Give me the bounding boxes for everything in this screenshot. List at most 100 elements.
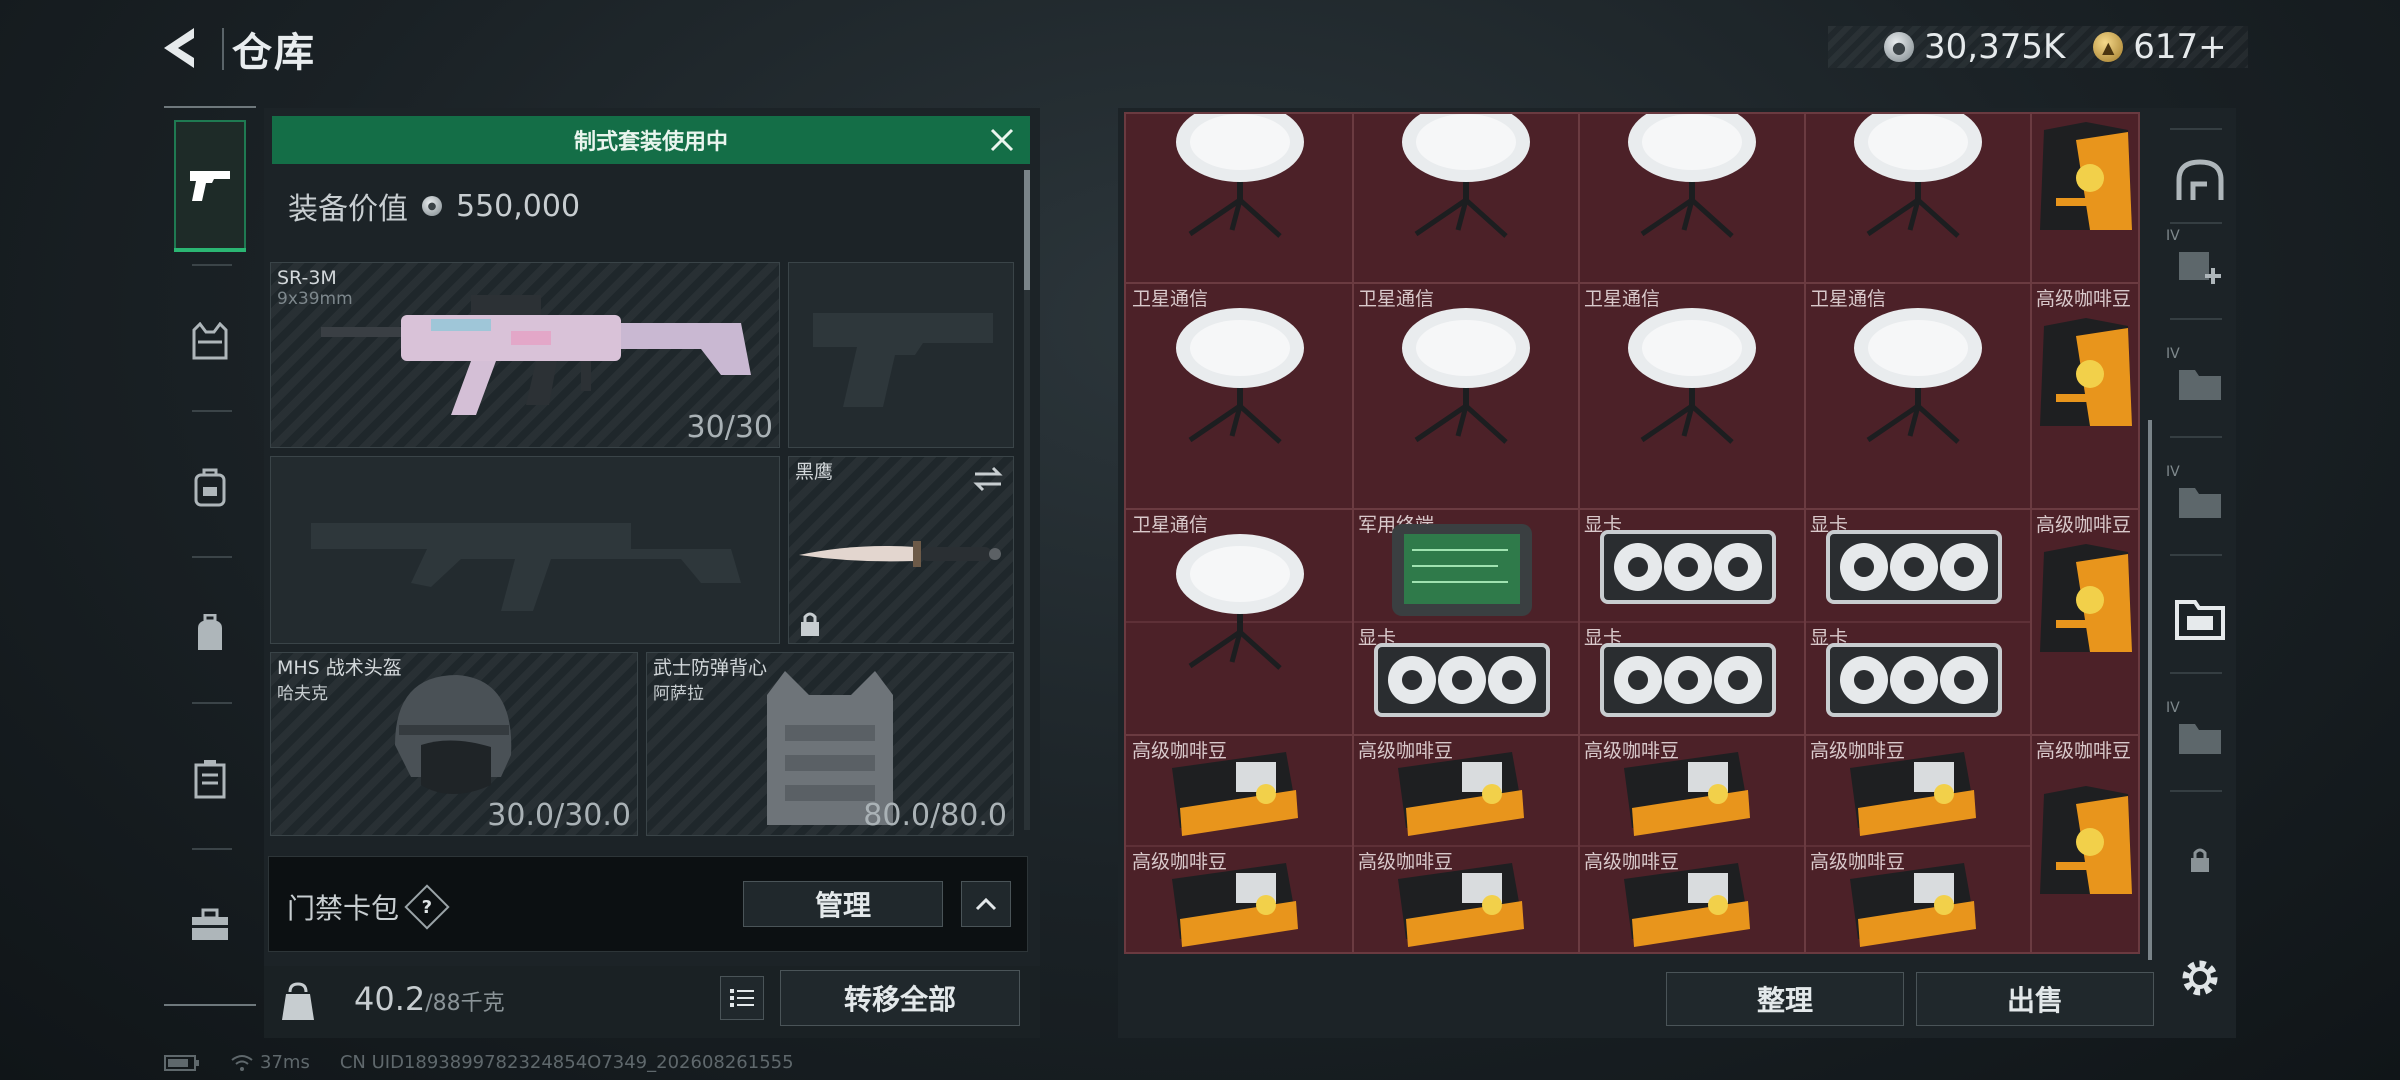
help-icon[interactable]: ?	[404, 884, 450, 930]
vest-tab[interactable]	[174, 276, 246, 406]
item-satellite-4[interactable]: 卫星通信	[1126, 282, 1352, 508]
item-gpu-2[interactable]: 显卡	[1352, 621, 1578, 734]
item-gpu-0[interactable]: 显卡	[1578, 508, 1804, 621]
stash-page-main[interactable]	[2170, 150, 2230, 210]
satellite-dish-icon	[1176, 534, 1304, 670]
weight-bar: 40.2/88千克 转移全部	[264, 966, 1040, 1038]
stash-grid[interactable]: 卫星通信 卫星通信 卫星通信 卫星通信 高级咖啡豆 卫星通信 高级咖啡豆 军用终端 显卡 显卡 显卡…	[1124, 112, 2140, 954]
item-gpu-4[interactable]: 显卡	[1804, 621, 2030, 734]
manage-button[interactable]: 管理	[743, 881, 943, 927]
rail-bottom-line	[164, 1004, 256, 1006]
item-coffee-pack-1-0[interactable]: 高级咖啡豆	[1126, 845, 1352, 952]
stash-page-5[interactable]: IV	[2166, 700, 2230, 766]
stash-scrollbar[interactable]	[2148, 420, 2152, 960]
silver-amount: 30,375K	[1924, 27, 2066, 67]
folder-icon	[2179, 370, 2221, 400]
item-satellite-5[interactable]: 卫星通信	[1352, 282, 1578, 508]
gear-icon	[2182, 960, 2218, 996]
container-icon	[194, 760, 226, 799]
sell-button[interactable]: 出售	[1916, 972, 2154, 1026]
preset-banner: 制式套装使用中	[272, 116, 1030, 164]
secondary-weapon-slot[interactable]	[270, 456, 780, 644]
transfer-all-button[interactable]: 转移全部	[780, 970, 1020, 1026]
satellite-dish-icon	[1176, 114, 1304, 238]
gold-coin-icon: ▲	[2093, 32, 2124, 62]
coffee-pack-icon	[1398, 752, 1524, 836]
coffee-bag-icon	[2040, 318, 2132, 426]
case-tab[interactable]	[174, 714, 246, 844]
close-icon[interactable]	[986, 124, 1018, 156]
item-satellite-6[interactable]: 卫星通信	[1578, 282, 1804, 508]
chevron-up-icon	[975, 897, 997, 911]
expand-button[interactable]	[961, 881, 1011, 927]
lock-icon	[2191, 848, 2209, 872]
armor-durability: 80.0/80.0	[863, 798, 1007, 833]
stash-page-2[interactable]: IV	[2166, 346, 2230, 412]
rifle-silhouette-icon	[311, 523, 741, 611]
melee-slot[interactable]: 黑鹰	[788, 456, 1014, 644]
item-coffee-pack-0-0[interactable]: 高级咖啡豆	[1126, 734, 1352, 845]
bag-icon	[198, 614, 222, 650]
pistol-icon	[190, 171, 230, 201]
category-rail	[164, 106, 258, 1006]
sidearm-slot[interactable]	[788, 262, 1014, 448]
graphics-card-icon	[1600, 530, 1776, 604]
helmet-image	[395, 675, 512, 794]
item-coffee-bag-3-label: 高级咖啡豆	[2036, 740, 2132, 762]
coffee-pack-icon	[1624, 863, 1750, 947]
item-coffee-bag-2[interactable]: 高级咖啡豆	[2030, 508, 2138, 734]
backpack-tab[interactable]	[174, 422, 246, 552]
item-gpu-3[interactable]: 显卡	[1578, 621, 1804, 734]
item-terminal[interactable]: 军用终端	[1352, 508, 1578, 621]
satellite-dish-icon	[1402, 308, 1530, 444]
coffee-pack-icon	[1850, 863, 1976, 947]
item-coffee-pack-1-3[interactable]: 高级咖啡豆	[1804, 845, 2030, 952]
swap-icon[interactable]	[971, 465, 1005, 493]
list-view-button[interactable]	[720, 976, 764, 1020]
pistol-tab[interactable]	[174, 120, 246, 252]
loadout-scroll-thumb[interactable]	[1024, 170, 1030, 290]
primary-weapon-ammo: 30/30	[686, 410, 773, 445]
satellite-dish-icon	[1628, 114, 1756, 238]
item-satellite-7[interactable]: 卫星通信	[1804, 282, 2030, 508]
armor-slot[interactable]: 武士防弹背心 阿萨拉 80.0/80.0	[646, 652, 1014, 836]
coffee-bag-icon	[2040, 122, 2132, 230]
toolbox-tab[interactable]	[174, 860, 246, 990]
item-coffee-bag-3[interactable]: 高级咖啡豆	[2030, 734, 2138, 952]
back-button[interactable]	[160, 22, 220, 74]
title-divider	[222, 28, 224, 70]
item-coffee-bag-1-label: 高级咖啡豆	[2036, 288, 2132, 310]
item-coffee-pack-0-2[interactable]: 高级咖啡豆	[1578, 734, 1804, 845]
graphics-card-icon	[1826, 530, 2002, 604]
item-satellite-8[interactable]: 卫星通信	[1126, 508, 1352, 734]
sort-button[interactable]: 整理	[1666, 972, 1904, 1026]
item-satellite-3[interactable]	[1804, 114, 2030, 282]
item-satellite-0[interactable]	[1126, 114, 1352, 282]
item-coffee-bag-0[interactable]	[2030, 114, 2138, 282]
helmet-slot[interactable]: MHS 战术头盔 哈夫克 30.0/30.0	[270, 652, 638, 836]
coffee-pack-icon	[1398, 863, 1524, 947]
armor-name: 武士防弹背心	[653, 657, 768, 679]
item-coffee-pack-1-1[interactable]: 高级咖啡豆	[1352, 845, 1578, 952]
item-coffee-bag-1[interactable]: 高级咖啡豆	[2030, 282, 2138, 508]
item-satellite-1[interactable]	[1352, 114, 1578, 282]
settings-button[interactable]	[2170, 948, 2230, 1008]
stash-page-locked[interactable]	[2170, 830, 2230, 890]
stash-page-add[interactable]: IV	[2166, 228, 2230, 294]
coffee-pack-icon	[1172, 863, 1298, 947]
bag-tab[interactable]	[174, 568, 246, 698]
stash-page-3[interactable]: IV	[2166, 464, 2230, 530]
terminal-icon	[1392, 524, 1532, 616]
item-satellite-2[interactable]	[1578, 114, 1804, 282]
stash-home-icon	[2176, 159, 2224, 200]
primary-weapon-slot[interactable]: SR-3M 9x39mm 30/30	[270, 262, 780, 448]
item-coffee-pack-0-3[interactable]: 高级咖啡豆	[1804, 734, 2030, 845]
item-gpu-1[interactable]: 显卡	[1804, 508, 2030, 621]
page-title: 仓库	[232, 30, 316, 76]
stash-page-4-active[interactable]	[2170, 588, 2230, 648]
gold-amount[interactable]: 617+	[2133, 27, 2226, 67]
status-bar: 37ms CN UID1893899782324854O7349_2026082…	[164, 1052, 794, 1073]
item-coffee-pack-1-2[interactable]: 高级咖啡豆	[1578, 845, 1804, 952]
keycard-bag-title: 门禁卡包	[287, 892, 400, 925]
item-coffee-pack-0-1[interactable]: 高级咖啡豆	[1352, 734, 1578, 845]
